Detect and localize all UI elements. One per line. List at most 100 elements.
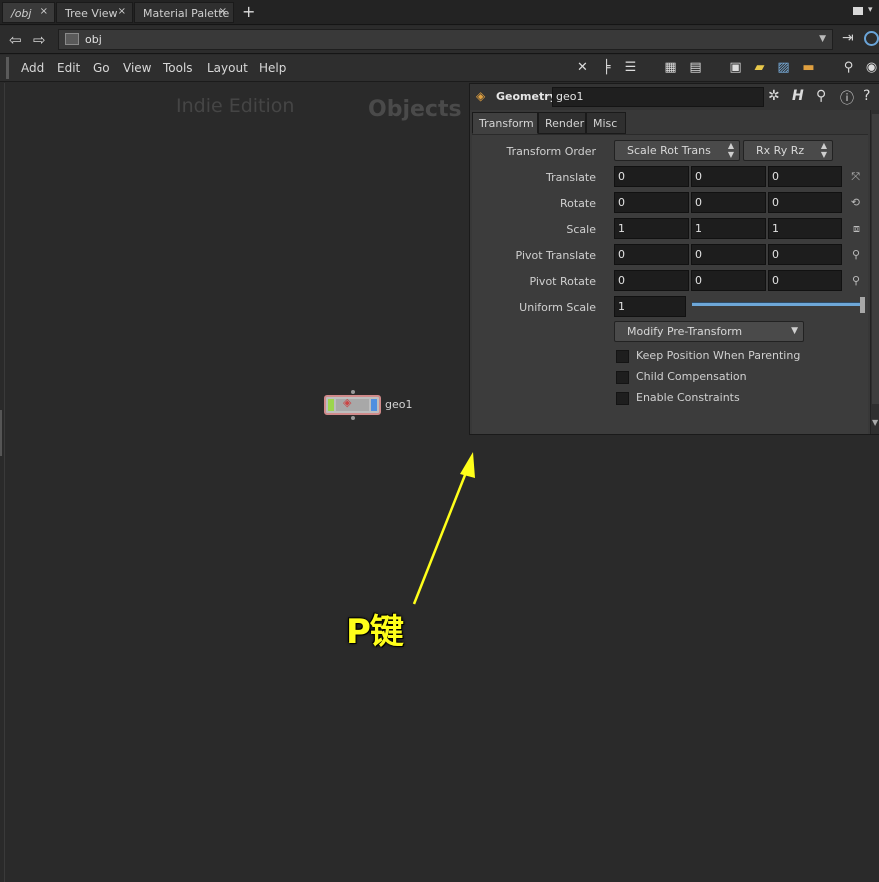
close-icon[interactable]: ×: [40, 6, 48, 17]
translate-handle-icon[interactable]: ⤧: [851, 170, 860, 184]
pane-dropdown-icon[interactable]: ▾: [868, 5, 873, 15]
menu-view[interactable]: View: [123, 61, 151, 75]
node-name-label[interactable]: geo1: [385, 398, 412, 411]
pivot-translate-z-field[interactable]: 0: [768, 244, 842, 265]
add-tab-icon[interactable]: +: [242, 2, 255, 21]
node-render-flag[interactable]: [371, 399, 377, 411]
rotate-order-menu[interactable]: Rx Ry Rz ▲ ▼: [743, 140, 833, 161]
pivot-translate-y-field[interactable]: 0: [691, 244, 766, 265]
close-icon[interactable]: ×: [219, 6, 227, 17]
pre-transform-label: Modify Pre-Transform: [627, 325, 743, 338]
scale-x-field[interactable]: 1: [614, 218, 689, 239]
pane-edge-handle[interactable]: [0, 410, 2, 456]
obj-context-icon: [65, 33, 79, 45]
network-box-icon[interactable]: ▬: [801, 60, 816, 75]
tree-layout-icon[interactable]: ╞: [599, 60, 614, 75]
tab-label: Tree View: [65, 7, 118, 20]
sticky-note-icon[interactable]: ▰: [752, 60, 767, 75]
enable-constraints-label: Enable Constraints: [636, 391, 740, 404]
scrollbar-thumb[interactable]: [872, 114, 879, 404]
node-body[interactable]: [336, 399, 369, 411]
scale-label: Scale: [566, 223, 596, 236]
rotate-handle-icon[interactable]: ⟲: [851, 196, 860, 209]
rotate-z-field[interactable]: 0: [768, 192, 842, 213]
menu-add[interactable]: Add: [21, 61, 44, 75]
chevron-down-icon: ▼: [791, 326, 798, 336]
translate-y-field[interactable]: 0: [691, 166, 766, 187]
child-compensation-checkbox[interactable]: [616, 371, 629, 384]
grid-color-icon[interactable]: ▦: [663, 60, 678, 75]
pin-icon[interactable]: ⇥: [842, 30, 854, 46]
pivot-rotate-x-field[interactable]: 0: [614, 270, 689, 291]
scale-handle-icon[interactable]: ⧈: [853, 222, 860, 236]
node-name-field[interactable]: geo1: [552, 87, 764, 107]
search-icon[interactable]: ⚲: [816, 88, 826, 104]
chevron-down-icon[interactable]: ▼: [819, 34, 826, 44]
info-icon[interactable]: ⓘ: [840, 88, 854, 108]
eye-icon[interactable]: ◉: [864, 60, 879, 75]
node-output-port[interactable]: [351, 416, 355, 420]
tab-label: Material Palette: [143, 7, 230, 20]
path-text: obj: [85, 33, 102, 46]
keep-position-label: Keep Position When Parenting: [636, 349, 801, 362]
pane-menu-icon[interactable]: [853, 7, 863, 15]
close-icon[interactable]: ×: [118, 6, 126, 17]
gear-icon[interactable]: ✲: [768, 88, 780, 104]
enable-constraints-checkbox[interactable]: [616, 392, 629, 405]
forward-arrow-icon[interactable]: ⇨: [33, 31, 46, 49]
parameter-pane-icon[interactable]: ▣: [728, 60, 743, 75]
scale-z-field[interactable]: 1: [768, 218, 842, 239]
grid-layout-icon[interactable]: ▤: [688, 60, 703, 75]
uniform-scale-field[interactable]: 1: [614, 296, 686, 317]
link-cycle-icon[interactable]: [864, 31, 879, 46]
uniform-scale-slider[interactable]: [692, 302, 864, 306]
menu-go[interactable]: Go: [93, 61, 110, 75]
pivot-rotate-label: Pivot Rotate: [529, 275, 596, 288]
geo1-node[interactable]: ◈: [324, 395, 381, 415]
tab-transform[interactable]: Transform: [472, 112, 538, 134]
rotate-y-field[interactable]: 0: [691, 192, 766, 213]
pivot-rotate-handle-icon[interactable]: ⚲: [852, 274, 860, 287]
scale-y-field[interactable]: 1: [691, 218, 766, 239]
pane-grip[interactable]: [6, 57, 9, 79]
search-icon[interactable]: ⚲: [841, 60, 856, 75]
houdini-help-icon[interactable]: H: [792, 88, 804, 104]
pane-tab-bar: /obj × Tree View × Material Palette × + …: [0, 0, 879, 25]
node-input-port[interactable]: [351, 390, 355, 394]
background-image-icon[interactable]: ▨: [776, 60, 791, 75]
pivot-rotate-z-field[interactable]: 0: [768, 270, 842, 291]
menu-tools[interactable]: Tools: [163, 61, 193, 75]
pivot-translate-x-field[interactable]: 0: [614, 244, 689, 265]
tab-tree-view[interactable]: Tree View ×: [56, 2, 133, 23]
pivot-handle-icon[interactable]: ⚲: [852, 248, 860, 261]
menu-layout[interactable]: Layout: [207, 61, 248, 75]
node-type-label: Geometry: [496, 90, 557, 103]
scroll-down-icon[interactable]: ▼: [872, 418, 878, 427]
tools-icon[interactable]: ✕: [575, 60, 590, 75]
pre-transform-menu[interactable]: Modify Pre-Transform ▼: [614, 321, 804, 342]
translate-x-field[interactable]: 0: [614, 166, 689, 187]
rotate-x-field[interactable]: 0: [614, 192, 689, 213]
back-arrow-icon[interactable]: ⇦: [9, 31, 22, 49]
list-view-icon[interactable]: ☰: [623, 60, 638, 75]
geometry-type-icon: ◈: [476, 89, 486, 103]
parameter-scrollbar[interactable]: ▼: [870, 110, 879, 434]
menu-help[interactable]: Help: [259, 61, 286, 75]
tab-misc[interactable]: Misc: [586, 112, 626, 134]
slider-handle[interactable]: [860, 297, 865, 313]
translate-z-field[interactable]: 0: [768, 166, 842, 187]
houdini-window: /obj × Tree View × Material Palette × + …: [0, 0, 879, 882]
menu-edit[interactable]: Edit: [57, 61, 80, 75]
help-icon[interactable]: ?: [863, 88, 870, 104]
tab-material-palette[interactable]: Material Palette ×: [134, 2, 234, 23]
path-field[interactable]: obj ▼: [58, 29, 833, 50]
node-display-flag[interactable]: [328, 399, 334, 411]
tab-label: /obj: [11, 7, 32, 20]
tab-obj[interactable]: /obj ×: [2, 2, 55, 23]
tab-render[interactable]: Render: [538, 112, 586, 134]
uniform-scale-label: Uniform Scale: [519, 301, 596, 314]
keep-position-checkbox[interactable]: [616, 350, 629, 363]
rotate-order-value: Rx Ry Rz: [756, 144, 805, 157]
transform-order-menu[interactable]: Scale Rot Trans ▲ ▼: [614, 140, 740, 161]
pivot-rotate-y-field[interactable]: 0: [691, 270, 766, 291]
